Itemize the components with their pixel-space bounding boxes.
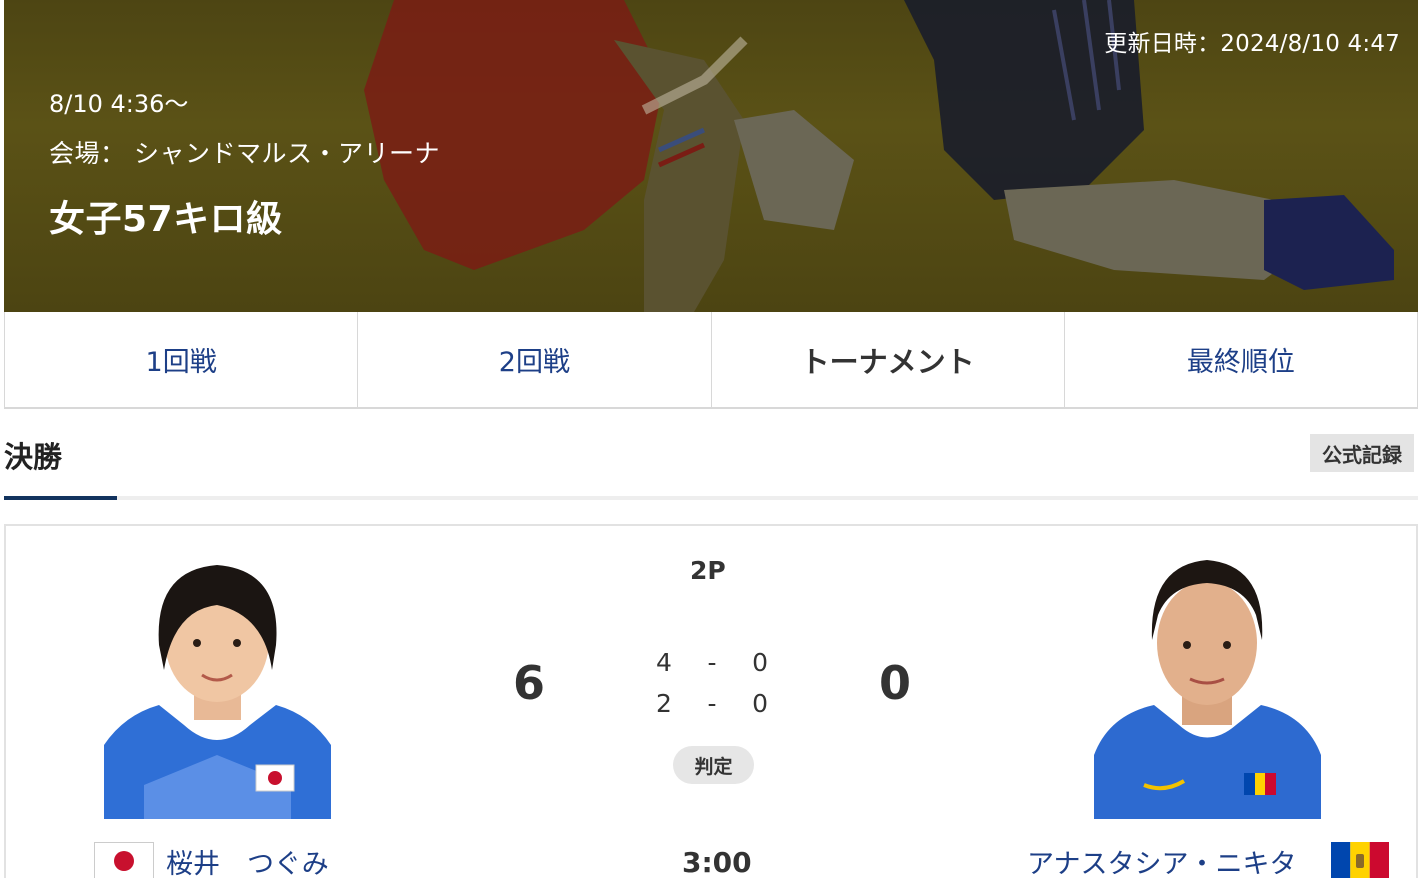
period-label: 2P [690, 556, 726, 585]
right-athlete-name[interactable]: アナスタシア・ニキタ [1027, 842, 1296, 878]
tab-final-ranking[interactable]: 最終順位 [1065, 312, 1418, 407]
match-time: 3:00 [682, 846, 752, 878]
moldova-flag-icon [1331, 842, 1389, 878]
match-start-time: 8/10 4:36〜 [49, 90, 189, 118]
hero-banner: 更新日時：2024/8/10 4:47 8/10 4:36〜 会場： シャンドマ… [4, 0, 1418, 312]
section-active-underline [4, 496, 117, 500]
period-score-row: 2 - 0 [656, 689, 768, 718]
tab-tournament[interactable]: トーナメント [712, 312, 1065, 407]
venue-label: 会場： シャンドマルス・アリーナ [49, 139, 440, 168]
period-score-separator: - [707, 648, 717, 677]
round-tabs: 1回戦 2回戦 トーナメント 最終順位 [4, 312, 1418, 409]
right-athlete-portrait-icon [1094, 555, 1321, 819]
official-record-button[interactable]: 公式記録 [1310, 434, 1414, 472]
tab-round-1[interactable]: 1回戦 [5, 312, 359, 407]
left-total-score: 6 [513, 656, 546, 710]
updated-timestamp: 更新日時：2024/8/10 4:47 [1104, 31, 1400, 57]
left-athlete-name[interactable]: 桜井 つぐみ [166, 842, 329, 878]
period-score-left: 4 [656, 648, 672, 677]
right-athlete-photo[interactable] [1094, 555, 1321, 819]
period-score-left: 2 [656, 689, 672, 718]
event-title: 女子57キロ級 [49, 199, 283, 240]
period-score-row: 4 - 0 [656, 648, 768, 677]
period-score-right: 0 [752, 689, 768, 718]
left-athlete-photo[interactable] [104, 555, 331, 819]
section-divider [4, 496, 1418, 500]
section-title: 決勝 [4, 440, 63, 474]
period-score-right: 0 [752, 648, 768, 677]
decision-badge: 判定 [673, 746, 754, 784]
tab-round-2[interactable]: 2回戦 [358, 312, 712, 407]
right-total-score: 0 [879, 656, 912, 710]
left-athlete-portrait-icon [104, 555, 331, 819]
japan-flag-icon [94, 842, 154, 878]
period-score-separator: - [707, 689, 717, 718]
